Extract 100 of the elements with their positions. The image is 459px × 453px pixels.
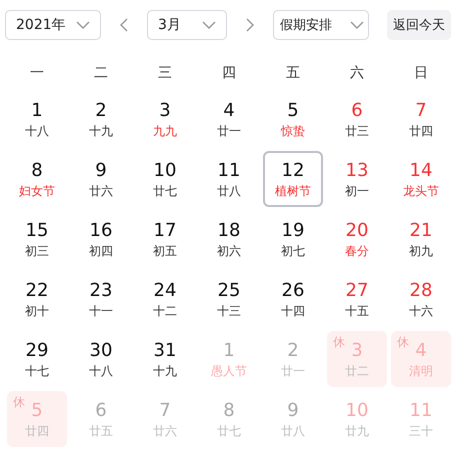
day-cell[interactable]: 11 廿八 <box>199 151 259 207</box>
lunar-date: 清明 <box>409 362 433 378</box>
day-cell[interactable]: 3 九九 <box>135 91 195 147</box>
day-number: 2 <box>287 340 299 362</box>
day-number: 27 <box>346 280 368 302</box>
day-cell[interactable]: 28 十六 <box>391 271 451 327</box>
day-number: 15 <box>26 220 48 242</box>
day-number: 9 <box>287 400 299 422</box>
day-number: 29 <box>26 340 48 362</box>
day-cell[interactable]: 14 龙头节 <box>391 151 451 207</box>
day-number: 3 <box>351 340 363 362</box>
rest-label: 休 <box>397 334 409 351</box>
lunar-date: 廿二 <box>345 362 369 378</box>
day-number: 4 <box>223 100 235 122</box>
lunar-date: 十五 <box>345 302 369 318</box>
day-number: 31 <box>154 340 176 362</box>
day-cell[interactable]: 5 惊蛰 <box>263 91 323 147</box>
day-number: 1 <box>31 100 43 122</box>
weekday-label: 三 <box>158 64 172 83</box>
lunar-date: 十九 <box>153 362 177 378</box>
day-number: 25 <box>218 280 240 302</box>
lunar-date: 廿四 <box>25 422 49 438</box>
lunar-date: 廿八 <box>281 422 305 438</box>
lunar-date: 十九 <box>89 122 113 138</box>
day-number: 20 <box>346 220 368 242</box>
day-cell[interactable]: 12 植树节 <box>263 151 323 207</box>
day-cell[interactable]: 21 初九 <box>391 211 451 267</box>
day-cell[interactable]: 27 十五 <box>327 271 387 327</box>
day-number: 5 <box>287 100 299 122</box>
day-cell[interactable]: 18 初六 <box>199 211 259 267</box>
day-cell[interactable]: 10 廿七 <box>135 151 195 207</box>
lunar-date: 廿一 <box>217 122 241 138</box>
day-number: 10 <box>154 160 176 182</box>
lunar-date: 初一 <box>345 182 369 198</box>
lunar-date: 初三 <box>25 242 49 258</box>
day-cell[interactable]: 6 廿三 <box>327 91 387 147</box>
day-number: 10 <box>346 400 368 422</box>
day-cell[interactable]: 16 初四 <box>71 211 131 267</box>
day-cell[interactable]: 17 初五 <box>135 211 195 267</box>
weekday-label: 五 <box>286 64 300 83</box>
year-dropdown[interactable]: 2021年 <box>5 10 101 40</box>
day-cell[interactable]: 4 廿一 <box>199 91 259 147</box>
day-number: 28 <box>410 280 432 302</box>
weekday-label: 日 <box>414 64 428 83</box>
day-cell[interactable]: 31 十九 <box>135 331 195 387</box>
lunar-date: 廿七 <box>153 182 177 198</box>
lunar-date: 初四 <box>89 242 113 258</box>
day-cell[interactable]: 1 十八 <box>7 91 67 147</box>
lunar-date: 惊蛰 <box>281 122 305 138</box>
day-number: 4 <box>415 340 427 362</box>
lunar-date: 龙头节 <box>403 182 439 198</box>
day-number: 12 <box>282 160 304 182</box>
day-cell[interactable]: 9 廿六 <box>71 151 131 207</box>
today-button[interactable]: 返回今天 <box>387 10 451 40</box>
day-number: 26 <box>282 280 304 302</box>
day-cell[interactable]: 20 春分 <box>327 211 387 267</box>
day-cell[interactable]: 8 妇女节 <box>7 151 67 207</box>
lunar-date: 三十 <box>409 422 433 438</box>
lunar-date: 十二 <box>153 302 177 318</box>
day-number: 3 <box>159 100 171 122</box>
day-cell[interactable]: 24 十二 <box>135 271 195 327</box>
lunar-date: 十三 <box>217 302 241 318</box>
month-dropdown[interactable]: 3月 <box>147 10 227 40</box>
day-cell[interactable]: 26 十四 <box>263 271 323 327</box>
day-cell[interactable]: 13 初一 <box>327 151 387 207</box>
day-number: 6 <box>95 400 107 422</box>
lunar-date: 廿一 <box>281 362 305 378</box>
day-number: 13 <box>346 160 368 182</box>
lunar-date: 十四 <box>281 302 305 318</box>
day-number: 8 <box>223 400 235 422</box>
day-number: 17 <box>154 220 176 242</box>
day-cell[interactable]: 2 十九 <box>71 91 131 147</box>
weekday-label: 六 <box>350 64 364 83</box>
lunar-date: 廿四 <box>409 122 433 138</box>
day-number: 21 <box>410 220 432 242</box>
day-cell[interactable]: 22 初十 <box>7 271 67 327</box>
day-cell[interactable]: 7 廿四 <box>391 91 451 147</box>
day-cell[interactable]: 19 初七 <box>263 211 323 267</box>
lunar-date: 廿七 <box>217 422 241 438</box>
lunar-date: 廿六 <box>89 182 113 198</box>
day-cell[interactable]: 15 初三 <box>7 211 67 267</box>
day-number: 30 <box>90 340 112 362</box>
lunar-date: 廿九 <box>345 422 369 438</box>
day-cell[interactable]: 30 十八 <box>71 331 131 387</box>
rest-label: 休 <box>13 394 25 411</box>
day-number: 22 <box>26 280 48 302</box>
lunar-date: 十八 <box>89 362 113 378</box>
lunar-date: 初九 <box>409 242 433 258</box>
day-cell[interactable]: 29 十七 <box>7 331 67 387</box>
day-number: 11 <box>218 160 240 182</box>
lunar-date: 植树节 <box>275 182 311 198</box>
day-cell[interactable]: 23 十一 <box>71 271 131 327</box>
lunar-date: 初十 <box>25 302 49 318</box>
lunar-date: 初七 <box>281 242 305 258</box>
lunar-date: 初六 <box>217 242 241 258</box>
holiday-dropdown[interactable]: 假期安排 <box>273 10 369 40</box>
weekday-label: 四 <box>222 64 236 83</box>
day-number: 18 <box>218 220 240 242</box>
day-number: 5 <box>31 400 43 422</box>
day-cell[interactable]: 25 十三 <box>199 271 259 327</box>
